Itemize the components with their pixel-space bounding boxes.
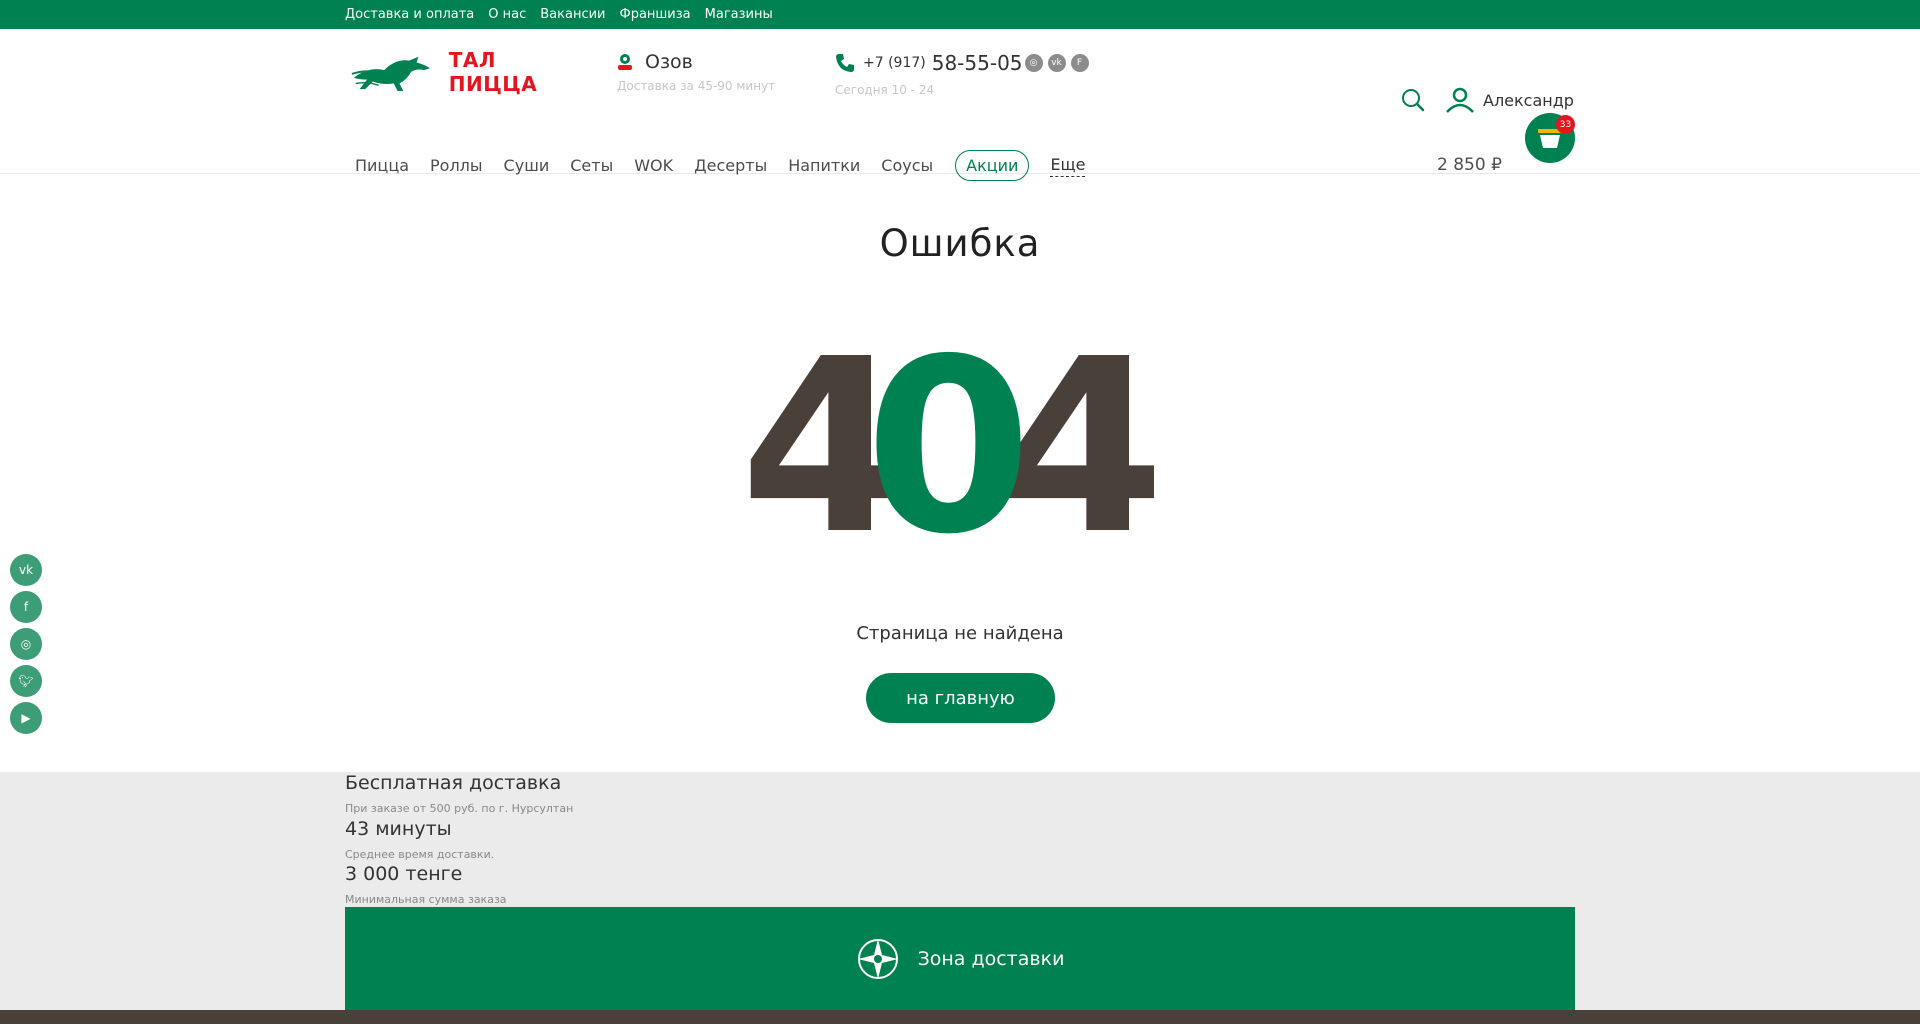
info-free-delivery: Бесплатная доставка При заказе от 500 ру…: [345, 772, 573, 815]
nav-item-sauces[interactable]: Соусы: [881, 156, 933, 175]
info-delivery-time: 43 минуты Среднее время доставки.: [345, 818, 494, 861]
working-hours: Сегодня 10 - 24: [835, 83, 935, 97]
user-icon: [1446, 87, 1474, 113]
city-name: Озов: [645, 51, 693, 73]
nav-item-sets[interactable]: Сеты: [570, 156, 613, 175]
info-title: Бесплатная доставка: [345, 772, 562, 794]
foursquare-icon[interactable]: F: [1070, 54, 1089, 72]
info-sub: Среднее время доставки.: [345, 848, 495, 861]
twitter-icon[interactable]: 🐦︎: [10, 665, 42, 697]
youtube-icon[interactable]: ▶: [10, 702, 42, 734]
nav-item-drinks[interactable]: Напитки: [788, 156, 860, 175]
error-digit-2: 0: [865, 330, 1032, 540]
city-selector[interactable]: Озов Доставка за 45-90 минут: [617, 51, 775, 93]
phone-icon: [836, 54, 854, 72]
location-pin-icon: [618, 54, 632, 70]
page-title: Ошибка: [879, 222, 1041, 265]
nav-item-rolls[interactable]: Роллы: [430, 156, 483, 175]
nav-item-more[interactable]: Еще: [1050, 155, 1086, 177]
compass-icon: [857, 938, 898, 979]
error-code-404: 4 4 0: [740, 330, 1165, 540]
user-account[interactable]: Александр: [1445, 86, 1574, 114]
facebook-icon[interactable]: f: [10, 591, 42, 623]
header-socials: ◎ vk F: [1024, 54, 1089, 72]
phone-number[interactable]: 58-55-05: [932, 51, 1023, 75]
info-title: 43 минуты: [345, 818, 452, 840]
cart-count-badge: 33: [1556, 115, 1575, 134]
info-sub: При заказе от 500 руб. по г. Нурсултан: [345, 802, 574, 815]
horse-logo-icon: [351, 56, 430, 92]
info-title: 3 000 тенге: [345, 863, 463, 885]
top-link-stores[interactable]: Магазины: [705, 7, 773, 22]
main-nav: Пицца Роллы Суши Сеты WOK Десерты Напитк…: [355, 150, 1106, 181]
phone-block: +7 (917) 58-55-05 ◎ vk F Сегодня 10 - 24: [835, 51, 1089, 97]
vk-icon[interactable]: vk: [1047, 54, 1066, 72]
logo[interactable]: ТАЛ ПИЦЦА: [350, 48, 585, 96]
delivery-zone-label: Зона доставки: [917, 947, 1065, 970]
instagram-icon[interactable]: ◎: [1024, 54, 1043, 72]
search-icon[interactable]: [1401, 88, 1425, 112]
phone-prefix[interactable]: +7 (917): [863, 55, 926, 71]
nav-item-wok[interactable]: WOK: [634, 156, 673, 175]
top-link-vacancies[interactable]: Вакансии: [540, 7, 605, 22]
top-bar: Доставка и оплата О нас Вакансии Франшиз…: [0, 0, 1920, 29]
side-socials: vk f ◎ 🐦︎ ▶: [10, 554, 42, 734]
delivery-time: Доставка за 45-90 минут: [617, 79, 776, 93]
home-button[interactable]: на главную: [866, 673, 1055, 723]
top-link-franchise[interactable]: Франшиза: [620, 7, 691, 22]
nav-item-desserts[interactable]: Десерты: [694, 156, 767, 175]
info-sub: Минимальная сумма заказа: [345, 893, 507, 906]
vk-icon[interactable]: vk: [10, 554, 42, 586]
top-link-about[interactable]: О нас: [488, 7, 526, 22]
footer: [0, 1010, 1920, 1024]
nav-item-promo[interactable]: Акции: [955, 150, 1030, 181]
cart-total: 2 850 ₽: [1437, 155, 1502, 175]
error-message: Страница не найдена: [856, 623, 1064, 644]
header: ТАЛ ПИЦЦА Озов Доставка за 45-90 минут +…: [0, 29, 1920, 181]
nav-item-sushi[interactable]: Суши: [504, 156, 550, 175]
top-links: Доставка и оплата О нас Вакансии Франшиз…: [345, 0, 773, 29]
top-link-delivery[interactable]: Доставка и оплата: [345, 7, 474, 22]
info-min-order: 3 000 тенге Минимальная сумма заказа: [345, 863, 507, 906]
delivery-zone-button[interactable]: Зона доставки: [345, 907, 1575, 1010]
user-name: Александр: [1483, 90, 1574, 110]
nav-item-pizza[interactable]: Пицца: [355, 156, 409, 175]
logo-text: ТАЛ ПИЦЦА: [448, 48, 538, 96]
